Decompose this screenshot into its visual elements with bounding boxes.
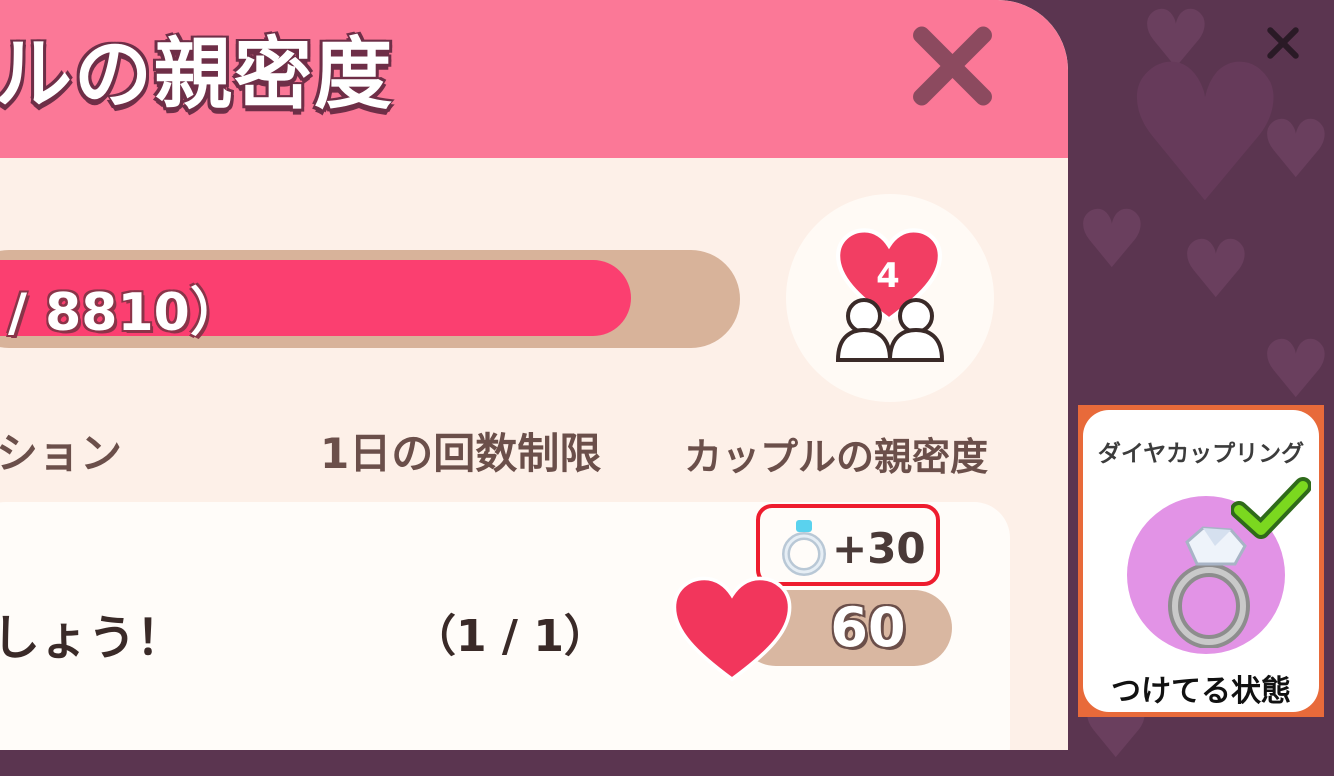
checkmark-icon [1231,477,1311,539]
heart-icon: ♥ [1180,223,1252,316]
ring-icon [782,520,826,576]
level-number: 4 [876,256,900,296]
heart-icon [672,576,792,682]
intimacy-panel: ルの親密度 / 8810） 4 ション 1日の回数制限 カップルの親密度 しょう… [0,0,1068,750]
item-name: ダイヤカップリング [1097,441,1305,467]
points-value: 60 [830,596,906,659]
heart-icon: ♥ [1076,193,1148,286]
item-card-inner: ダイヤカップリング つけてる状態 [1083,410,1319,712]
heart-icon: ♥ [1260,103,1332,196]
close-icon[interactable] [1262,22,1304,64]
item-card[interactable]: ダイヤカップリング つけてる状態 [1078,405,1324,717]
column-daily-limit: 1日の回数制限 [320,429,602,478]
panel-title: ルの親密度 [0,30,395,120]
progress-text: / 8810） [8,283,242,343]
couple-icon [835,298,945,362]
heart-icon: ♥ [1260,323,1332,416]
mission-text: しょう！ [0,610,185,666]
column-mission: ション [0,429,123,478]
close-icon[interactable] [900,14,1004,118]
daily-limit-count: （1 / 1） [412,611,608,662]
bonus-text: +30 [832,524,926,573]
item-status: つけてる状態 [1111,674,1291,709]
column-intimacy: カップルの親密度 [684,435,989,479]
